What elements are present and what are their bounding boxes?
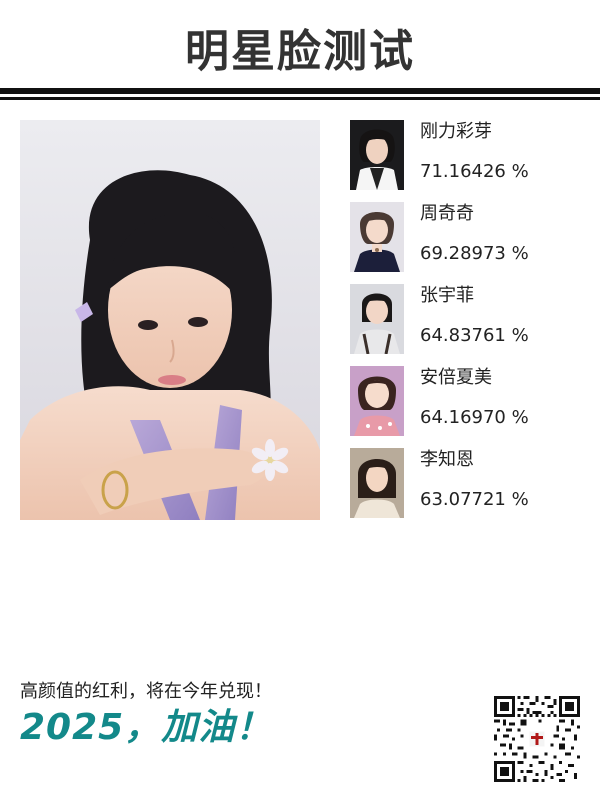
match-name: 周奇奇 [420,203,474,224]
match-score: 64.16970 % [420,407,529,428]
main-portrait-photo [20,120,320,520]
celebrity-photo-icon [350,202,404,272]
header-divider-thick [0,88,600,94]
match-item-5: 李知恩 63.07721 % [350,448,580,518]
celebrity-photo-icon [350,366,404,436]
match-name: 李知恩 [420,449,474,470]
match-score: 63.07721 % [420,489,529,510]
match-item-1: 刚力彩芽 71.16426 % [350,120,580,190]
match-item-4: 安倍夏美 64.16970 % [350,366,580,436]
qr-code-icon[interactable] [494,696,580,782]
celebrity-photo-icon [350,448,404,518]
page-title: 明星脸测试 [185,26,415,77]
header-divider-thin [0,97,600,100]
match-score: 64.83761 % [420,325,529,346]
match-name: 安倍夏美 [420,367,492,388]
cheer-banner: 2025，加油！ [20,707,273,748]
match-score: 69.28973 % [420,243,529,264]
match-item-3: 张宇菲 64.83761 % [350,284,580,354]
celebrity-photo-icon [350,120,404,190]
match-name: 刚力彩芽 [420,121,492,142]
match-name: 张宇菲 [420,285,474,306]
portrait-illustration [20,120,320,520]
slogan-text: 高颜值的红利，将在今年兑现！ [20,681,272,702]
match-score: 71.16426 % [420,161,529,182]
match-item-2: 周奇奇 69.28973 % [350,202,580,272]
celebrity-photo-icon [350,284,404,354]
